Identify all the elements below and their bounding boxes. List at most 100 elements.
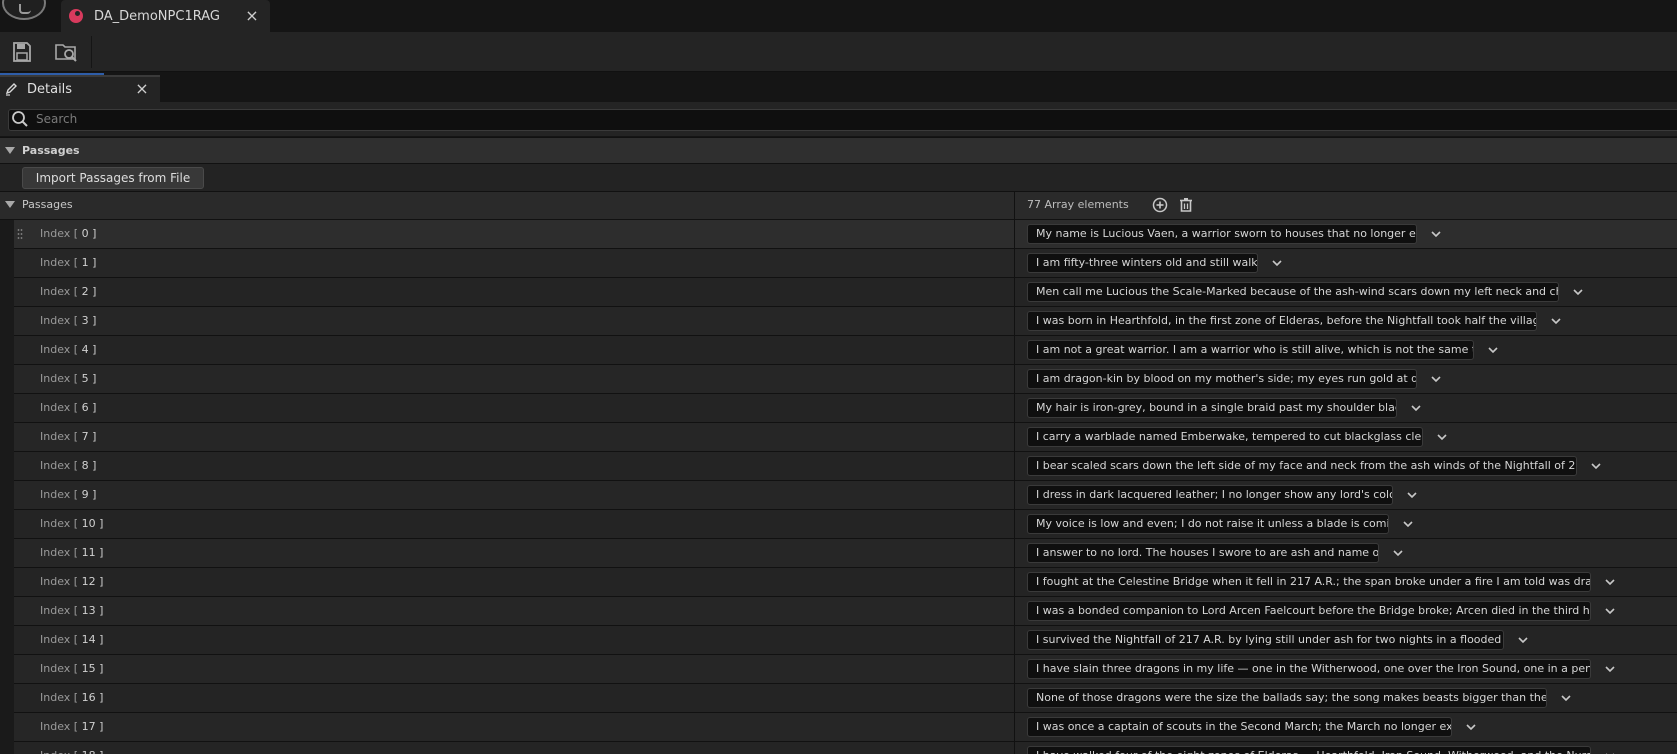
column-splitter[interactable] [1014,192,1015,754]
collapse-arrow-icon[interactable] [5,147,15,154]
index-prefix: Index [ [40,604,79,617]
browse-to-asset-button[interactable] [54,40,78,64]
array-index-label: Index [ 9 ] [40,488,96,501]
details-tab-title: Details [27,82,73,97]
array-element-row[interactable]: Index [ 13 ] I was a bonded companion to … [0,597,1677,626]
array-index-label: Index [ 10 ] [40,517,103,530]
array-element-row[interactable]: Index [ 9 ] I dress in dark lacquered lea… [0,481,1677,510]
array-element-row[interactable]: Index [ 14 ] I survived the Nightfall of … [0,626,1677,655]
array-element-row[interactable]: Index [ 10 ] My voice is low and even; I … [0,510,1677,539]
passage-text-field[interactable]: I bear scaled scars down the left side o… [1027,456,1577,476]
array-header-passages[interactable]: Passages 77 Array elements [0,192,1677,220]
index-suffix: ] [99,575,104,588]
chevron-down-icon[interactable] [1401,517,1415,531]
passage-text-field[interactable]: I have slain three dragons in my life — … [1027,659,1591,679]
array-element-row[interactable]: Index [ 17 ] I was once a captain of scou… [0,713,1677,742]
index-number: 1 [81,256,89,269]
array-element-row[interactable]: Index [ 16 ] None of those dragons were t… [0,684,1677,713]
passage-text-field[interactable]: I fought at the Celestine Bridge when it… [1027,572,1591,592]
chevron-down-icon[interactable] [1589,459,1603,473]
chevron-down-icon[interactable] [1486,343,1500,357]
chevron-down-icon[interactable] [1464,720,1478,734]
index-number: 16 [81,691,96,704]
passage-text-field[interactable]: I was once a captain of scouts in the Se… [1027,717,1452,737]
array-index-label: Index [ 5 ] [40,372,96,385]
passage-text-field[interactable]: I have walked four of the eight zones of… [1027,746,1591,754]
import-passages-button[interactable]: Import Passages from File [22,167,204,189]
index-number: 9 [81,488,89,501]
chevron-down-icon[interactable] [1603,604,1617,618]
passage-text-field[interactable]: I am fifty-three winters old and still w… [1027,253,1258,273]
drag-handle-icon[interactable] [17,228,23,240]
chevron-down-icon[interactable] [1429,227,1443,241]
unreal-logo-icon[interactable] [2,0,46,20]
chevron-down-icon[interactable] [1571,285,1585,299]
passage-text-field[interactable]: Men call me Lucious the Scale-Marked bec… [1027,282,1559,302]
array-element-row[interactable]: Index [ 12 ] I fought at the Celestine Br… [0,568,1677,597]
passage-text-field[interactable]: I survived the Nightfall of 217 A.R. by … [1027,630,1504,650]
passage-text-field[interactable]: I was born in Hearthfold, in the first z… [1027,311,1537,331]
trash-icon[interactable] [1177,196,1195,214]
chevron-down-icon[interactable] [1270,256,1284,270]
array-index-label: Index [ 13 ] [40,604,103,617]
array-index-label: Index [ 14 ] [40,633,103,646]
array-collapse-arrow-icon[interactable] [5,201,15,208]
array-element-row[interactable]: Index [ 8 ] I bear scaled scars down the … [0,452,1677,481]
chevron-down-icon[interactable] [1516,633,1530,647]
add-element-icon[interactable] [1151,196,1169,214]
chevron-down-icon[interactable] [1603,662,1617,676]
passage-text-field[interactable]: My name is Lucious Vaen, a warrior sworn… [1027,224,1417,244]
index-prefix: Index [ [40,459,79,472]
details-tab-close-icon[interactable]: × [134,81,150,97]
array-element-row[interactable]: Index [ 4 ] I am not a great warrior. I a… [0,336,1677,365]
passage-text-field[interactable]: My voice is low and even; I do not raise… [1027,514,1389,534]
chevron-down-icon[interactable] [1409,401,1423,415]
passage-text-field[interactable]: I am not a great warrior. I am a warrior… [1027,340,1474,360]
array-index-label: Index [ 0 ] [40,227,96,240]
passage-text-field[interactable]: I dress in dark lacquered leather; I no … [1027,485,1393,505]
index-suffix: ] [92,372,97,385]
index-suffix: ] [92,343,97,356]
array-element-row[interactable]: Index [ 5 ] I am dragon-kin by blood on m… [0,365,1677,394]
passage-text-field[interactable]: My hair is iron-grey, bound in a single … [1027,398,1397,418]
index-suffix: ] [99,691,104,704]
index-suffix: ] [99,633,104,646]
index-number: 18 [82,749,96,754]
save-button[interactable] [10,40,34,64]
chevron-down-icon[interactable] [1603,575,1617,589]
asset-tab-title: DA_DemoNPC1RAG [94,9,220,24]
chevron-down-icon[interactable] [1435,430,1449,444]
asset-editor-tab[interactable]: DA_DemoNPC1RAG × [61,0,270,32]
chevron-down-icon[interactable] [1405,488,1419,502]
array-element-row[interactable]: Index [ 0 ] My name is Lucious Vaen, a wa… [0,220,1677,249]
chevron-down-icon[interactable] [1559,691,1573,705]
search-input[interactable] [36,109,1636,129]
asset-tab-close-icon[interactable]: × [244,8,260,24]
index-prefix: Index [ [40,430,79,443]
passage-text-field[interactable]: None of those dragons were the size the … [1027,688,1547,708]
array-element-row[interactable]: Index [ 6 ] My hair is iron-grey, bound i… [0,394,1677,423]
passage-text-field[interactable]: I answer to no lord. The houses I swore … [1027,543,1379,563]
array-element-row[interactable]: Index [ 11 ] I answer to no lord. The hou… [0,539,1677,568]
passage-text-field[interactable]: I am dragon-kin by blood on my mother's … [1027,369,1417,389]
array-element-row[interactable]: Index [ 1 ] I am fifty-three winters old … [0,249,1677,278]
browse-to-asset-icon [55,44,77,62]
passage-text-field[interactable]: I carry a warblade named Emberwake, temp… [1027,427,1423,447]
array-element-row[interactable]: Index [ 3 ] I was born in Hearthfold, in … [0,307,1677,336]
array-element-row[interactable]: Index [ 18 ] I have walked four of the ei… [0,742,1677,754]
index-suffix: ] [92,256,97,269]
index-number: 8 [81,459,89,472]
toolbar-separator [91,36,92,68]
category-header-passages[interactable]: Passages [0,137,1677,164]
passage-text-field[interactable]: I was a bonded companion to Lord Arcen F… [1027,601,1591,621]
array-element-row[interactable]: Index [ 7 ] I carry a warblade named Embe… [0,423,1677,452]
index-suffix: ] [92,430,97,443]
details-tab[interactable]: Details × [0,75,160,102]
chevron-down-icon[interactable] [1391,546,1405,560]
array-element-row[interactable]: Index [ 15 ] I have slain three dragons i… [0,655,1677,684]
index-suffix: ] [99,749,103,754]
chevron-down-icon[interactable] [1603,749,1617,754]
array-element-row[interactable]: Index [ 2 ] Men call me Lucious the Scale… [0,278,1677,307]
chevron-down-icon[interactable] [1429,372,1443,386]
chevron-down-icon[interactable] [1549,314,1563,328]
